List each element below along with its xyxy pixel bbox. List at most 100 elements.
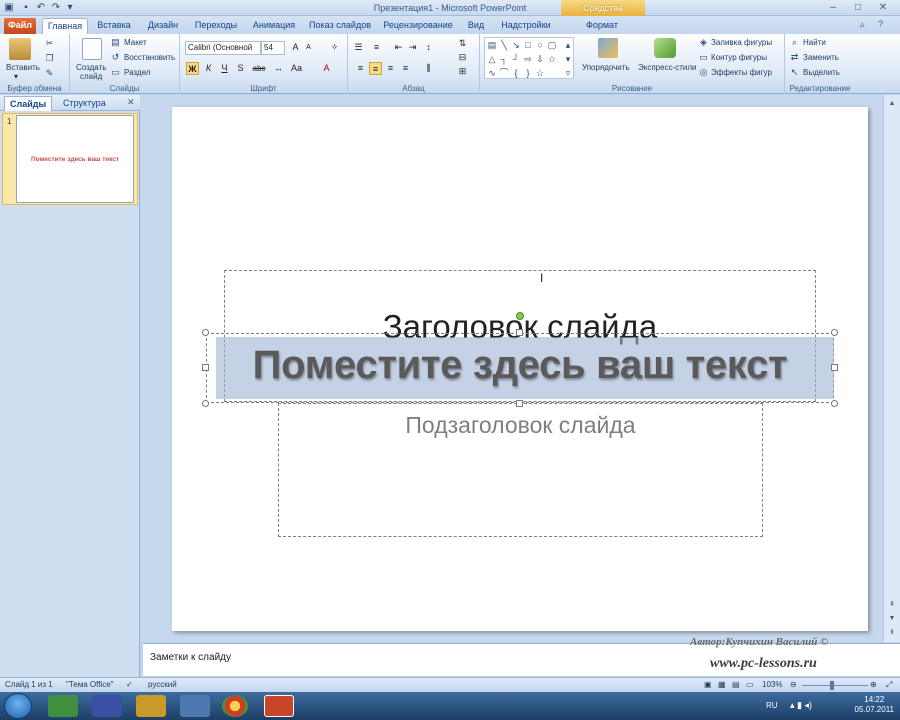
shape-triangle-icon[interactable]: △ <box>487 54 497 64</box>
shape-effects-button[interactable]: Эффекты фигур <box>711 68 772 77</box>
shape-oval-icon[interactable]: ○ <box>535 40 545 50</box>
minimize-ribbon-icon[interactable]: ▵ <box>860 19 865 30</box>
gallery-more-icon[interactable]: ▿ <box>563 68 573 78</box>
scroll-down-icon[interactable]: ▼ <box>886 613 898 625</box>
tab-addins[interactable]: Надстройки <box>496 18 556 34</box>
next-slide-icon[interactable]: ⇟ <box>886 627 898 639</box>
resize-handle-bottom[interactable] <box>516 400 523 407</box>
cut-icon[interactable]: ✂ <box>44 38 55 49</box>
zoom-out-icon[interactable]: ⊖ <box>790 680 797 689</box>
font-name-dropdown[interactable]: Calibri (Основной <box>185 41 261 55</box>
replace-icon[interactable]: ⇄ <box>789 52 800 63</box>
shape-right-arrow-icon[interactable]: ⇨ <box>523 54 533 64</box>
new-slide-label-1[interactable]: Создать <box>76 63 106 72</box>
justify-icon[interactable]: ≡ <box>399 62 412 75</box>
decrease-indent-icon[interactable]: ⇤ <box>392 41 405 54</box>
replace-button[interactable]: Заменить <box>803 53 839 62</box>
line-spacing-icon[interactable]: ↕ <box>422 41 435 54</box>
shadow-button[interactable]: S <box>234 62 247 75</box>
resize-handle-tl[interactable] <box>202 329 209 336</box>
tab-slides-panel[interactable]: Слайды <box>4 96 53 111</box>
paste-icon[interactable] <box>9 38 31 60</box>
bullets-icon[interactable]: ☰ <box>352 41 365 54</box>
zoom-slider-thumb[interactable] <box>830 681 834 690</box>
tab-design[interactable]: Дизайн <box>142 18 184 34</box>
status-language[interactable]: русский <box>148 680 177 689</box>
zoom-in-icon[interactable]: ⊕ <box>870 680 877 689</box>
shape-effects-icon[interactable]: ◎ <box>698 67 709 78</box>
change-case-icon[interactable]: Аа <box>290 62 303 75</box>
align-left-icon[interactable]: ≡ <box>354 62 367 75</box>
strikethrough-button[interactable]: abc <box>250 62 268 75</box>
panel-close-icon[interactable]: ✕ <box>127 97 135 108</box>
quick-styles-button[interactable]: Экспресс-стили <box>638 63 697 72</box>
shape-rounded-rect-icon[interactable]: ▢ <box>547 40 557 50</box>
prev-slide-icon[interactable]: ⇞ <box>886 599 898 611</box>
tab-home[interactable]: Главная <box>42 18 88 34</box>
tab-file[interactable]: Файл <box>4 18 36 34</box>
chrome-taskbar-icon[interactable] <box>222 695 248 717</box>
shape-star5-icon[interactable]: ☆ <box>535 68 545 78</box>
section-icon[interactable]: ▭ <box>110 67 121 78</box>
shape-rectangle-icon[interactable]: □ <box>523 40 533 50</box>
char-spacing-icon[interactable]: ↔ <box>272 62 285 75</box>
new-slide-label-2[interactable]: слайд <box>80 72 102 81</box>
shape-down-arrow-icon[interactable]: ⇩ <box>535 54 545 64</box>
align-right-icon[interactable]: ≡ <box>384 62 397 75</box>
wordart-text[interactable]: Поместите здесь ваш текст <box>206 343 834 388</box>
tab-slideshow[interactable]: Показ слайдов <box>306 18 374 34</box>
clock[interactable]: 14:22 05.07.2011 <box>855 695 894 715</box>
normal-view-icon[interactable]: ▣ <box>704 680 712 689</box>
slide-thumbnail[interactable]: Поместите здесь ваш текст <box>16 115 134 203</box>
shape-textbox-icon[interactable]: ▤ <box>487 40 497 50</box>
bold-button[interactable]: Ж <box>186 62 199 75</box>
help-icon[interactable]: ? <box>878 19 883 29</box>
gallery-scroll-down-icon[interactable]: ▾ <box>563 54 573 64</box>
numbering-icon[interactable]: ≡ <box>370 41 383 54</box>
zoom-level[interactable]: 103% <box>762 680 782 689</box>
slideshow-view-icon[interactable]: ▭ <box>746 680 754 689</box>
columns-icon[interactable]: ⫼ <box>422 62 435 75</box>
maximize-icon[interactable]: □ <box>849 1 867 14</box>
spellcheck-icon[interactable]: ✓ <box>126 680 133 689</box>
slide-sorter-icon[interactable]: ▦ <box>718 680 726 689</box>
arrange-icon[interactable] <box>598 38 618 58</box>
scroll-up-icon[interactable]: ▲ <box>886 98 898 110</box>
shape-brace-left-icon[interactable]: { <box>511 68 521 78</box>
section-button[interactable]: Раздел <box>124 68 150 77</box>
paste-dropdown-icon[interactable]: ▾ <box>14 72 18 81</box>
resize-handle-top[interactable] <box>516 329 523 336</box>
tab-animation[interactable]: Анимация <box>248 18 300 34</box>
resize-handle-bl[interactable] <box>202 400 209 407</box>
shape-curve-icon[interactable]: ∿ <box>487 68 497 78</box>
folder-taskbar-icon[interactable] <box>180 695 210 717</box>
format-painter-icon[interactable]: ✎ <box>44 68 55 79</box>
align-center-icon[interactable]: ≡ <box>369 62 382 75</box>
shape-line-icon[interactable]: ╲ <box>499 40 509 50</box>
tab-outline-panel[interactable]: Структура <box>58 96 111 111</box>
shape-brace-right-icon[interactable]: } <box>523 68 533 78</box>
language-indicator[interactable]: RU <box>766 701 778 710</box>
select-icon[interactable]: ↖ <box>789 67 800 78</box>
font-color-icon[interactable]: A <box>320 62 333 75</box>
shapes-gallery[interactable]: ▤ ╲ ↘ □ ○ ▢ △ ┐ ┘ ⇨ ⇩ ☆ ∿ ⌒ { } ☆ ▴ ▾ ▿ <box>484 37 574 79</box>
shape-arrow-line-icon[interactable]: ↘ <box>511 40 521 50</box>
increase-indent-icon[interactable]: ⇥ <box>406 41 419 54</box>
shape-outline-icon[interactable]: ▭ <box>698 52 709 63</box>
powerpoint-taskbar-icon[interactable] <box>264 695 294 717</box>
rotation-handle[interactable] <box>516 312 524 320</box>
shape-fill-icon[interactable]: ◈ <box>698 37 709 48</box>
grow-font-icon[interactable]: A <box>289 41 302 54</box>
tab-format[interactable]: Формат <box>580 18 624 34</box>
clear-formatting-icon[interactable]: ✧ <box>328 41 341 54</box>
text-direction-icon[interactable]: ⇅ <box>456 37 469 50</box>
tab-view[interactable]: Вид <box>462 18 490 34</box>
select-button[interactable]: Выделить <box>803 68 840 77</box>
shape-arc-icon[interactable]: ⌒ <box>499 68 509 78</box>
quick-styles-icon[interactable] <box>654 38 676 58</box>
layout-icon[interactable]: ▤ <box>110 37 121 48</box>
reset-button[interactable]: Восстановить <box>124 53 175 62</box>
utorrent-taskbar-icon[interactable] <box>48 695 78 717</box>
find-icon[interactable]: ⌕ <box>789 37 800 48</box>
smartart-icon[interactable]: ⊞ <box>456 65 469 78</box>
